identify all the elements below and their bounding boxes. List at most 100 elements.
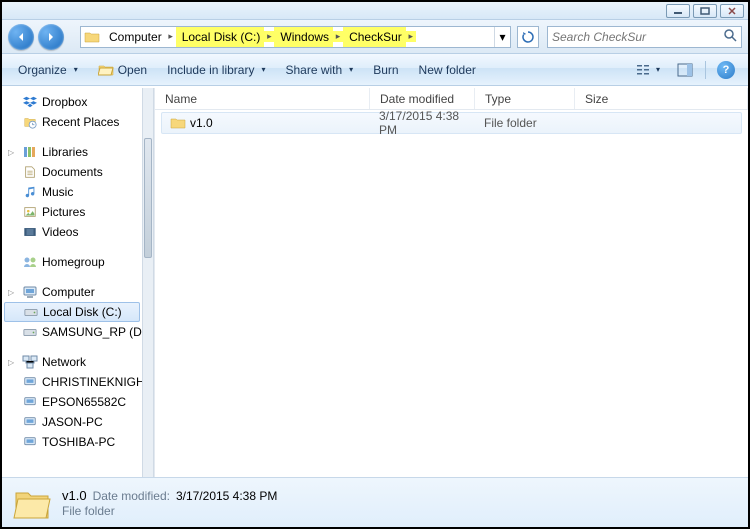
tree-label: CHRISTINEKNIGHT [42,375,142,389]
tree-label: TOSHIBA-PC [42,435,115,449]
tree-label: EPSON65582C [42,395,126,409]
folder-icon [12,483,52,523]
recent-places-icon [22,114,38,130]
search-input[interactable] [552,30,723,44]
documents-icon [22,164,38,180]
breadcrumb-computer[interactable]: Computer [103,27,166,47]
sidebar-item-local-disk[interactable]: Local Disk (C:) [4,302,140,322]
organize-menu[interactable]: Organize [10,61,86,79]
pictures-icon [22,204,38,220]
computer-icon [22,414,38,430]
drive-icon [22,324,38,340]
open-label: Open [118,63,147,77]
music-icon [22,184,38,200]
help-icon: ? [717,61,735,79]
sidebar-item-pictures[interactable]: Pictures [2,202,142,222]
breadcrumb-checksur[interactable]: CheckSur [343,27,406,47]
title-bar [2,2,748,20]
column-header-size[interactable]: Size [575,88,748,109]
computer-icon [22,284,38,300]
sidebar-scrollbar[interactable] [142,88,154,477]
chevron-right-icon[interactable]: ▸ [264,31,274,42]
details-name: v1.0 [62,488,87,503]
computer-icon [22,434,38,450]
chevron-right-icon[interactable]: ▸ [166,31,176,42]
new-folder-button[interactable]: New folder [411,61,484,79]
breadcrumb-local-disk[interactable]: Local Disk (C:) [176,27,265,47]
back-button[interactable] [8,24,34,50]
sidebar-item-network-pc[interactable]: CHRISTINEKNIGHT [2,372,142,392]
drive-icon [23,304,39,320]
folder-icon [83,28,101,46]
command-bar: Organize Open Include in library Share w… [2,54,748,86]
computer-icon [22,394,38,410]
sidebar-item-documents[interactable]: Documents [2,162,142,182]
tree-label: Videos [42,225,78,239]
navigation-bar: Computer ▸ Local Disk (C:) ▸ Windows ▸ C… [2,20,748,54]
address-dropdown[interactable]: ▾ [494,27,510,47]
search-box[interactable] [547,26,742,48]
sidebar-item-music[interactable]: Music [2,182,142,202]
column-header-date[interactable]: Date modified [370,88,475,109]
navigation-pane: Dropbox Recent Places ▷Libraries Documen… [2,88,142,477]
forward-button[interactable] [38,24,64,50]
file-list-pane: Name Date modified Type Size v1.0 3/17/2… [154,88,748,477]
tree-label: Computer [42,285,95,299]
sidebar-item-network-pc[interactable]: JASON-PC [2,412,142,432]
sidebar-item-recent-places[interactable]: Recent Places [2,112,142,132]
tree-label: Documents [42,165,103,179]
file-date: 3/17/2015 4:38 PM [371,109,476,137]
sidebar-item-network-pc[interactable]: EPSON65582C [2,392,142,412]
file-type: File folder [476,116,576,130]
sidebar-item-libraries[interactable]: ▷Libraries [2,142,142,162]
folder-icon [170,115,186,131]
address-bar[interactable]: Computer ▸ Local Disk (C:) ▸ Windows ▸ C… [80,26,511,48]
tree-label: Local Disk (C:) [43,305,122,319]
tree-label: Libraries [42,145,88,159]
maximize-button[interactable] [693,4,717,18]
share-with-menu[interactable]: Share with [277,61,361,79]
sidebar-item-network[interactable]: ▷Network [2,352,142,372]
column-header-name[interactable]: Name [155,88,370,109]
sidebar-item-computer[interactable]: ▷Computer [2,282,142,302]
column-header-type[interactable]: Type [475,88,575,109]
column-headers: Name Date modified Type Size [155,88,748,110]
open-folder-icon [98,62,114,78]
file-name: v1.0 [190,116,213,130]
view-options-button[interactable]: ▾ [629,59,667,81]
tree-label: SAMSUNG_RP (D:) [42,325,142,339]
videos-icon [22,224,38,240]
sidebar-item-videos[interactable]: Videos [2,222,142,242]
include-in-library-menu[interactable]: Include in library [159,61,273,79]
refresh-button[interactable] [517,26,539,48]
main-area: Dropbox Recent Places ▷Libraries Documen… [2,88,748,477]
homegroup-icon [22,254,38,270]
chevron-right-icon[interactable]: ▸ [406,31,416,42]
tree-label: Homegroup [42,255,105,269]
sidebar-item-network-pc[interactable]: TOSHIBA-PC [2,432,142,452]
minimize-button[interactable] [666,4,690,18]
breadcrumb-windows[interactable]: Windows [274,27,333,47]
scrollbar-thumb[interactable] [144,138,152,258]
dropbox-icon [22,94,38,110]
file-row[interactable]: v1.0 3/17/2015 4:38 PM File folder [161,112,742,134]
details-subtype: File folder [62,504,277,518]
help-button[interactable]: ? [712,59,740,81]
tree-label: Pictures [42,205,85,219]
tree-label: Dropbox [42,95,87,109]
details-date-value: 3/17/2015 4:38 PM [176,489,277,503]
tree-label: Recent Places [42,115,119,129]
tree-label: Network [42,355,86,369]
tree-label: JASON-PC [42,415,103,429]
close-button[interactable] [720,4,744,18]
search-icon[interactable] [723,28,737,45]
preview-pane-button[interactable] [671,59,699,81]
details-pane: v1.0 Date modified: 3/17/2015 4:38 PM Fi… [2,477,748,527]
chevron-right-icon[interactable]: ▸ [333,31,343,42]
sidebar-item-samsung[interactable]: SAMSUNG_RP (D:) [2,322,142,342]
tree-label: Music [42,185,73,199]
open-button[interactable]: Open [90,60,155,80]
sidebar-item-homegroup[interactable]: Homegroup [2,252,142,272]
burn-button[interactable]: Burn [365,61,406,79]
sidebar-item-dropbox[interactable]: Dropbox [2,92,142,112]
